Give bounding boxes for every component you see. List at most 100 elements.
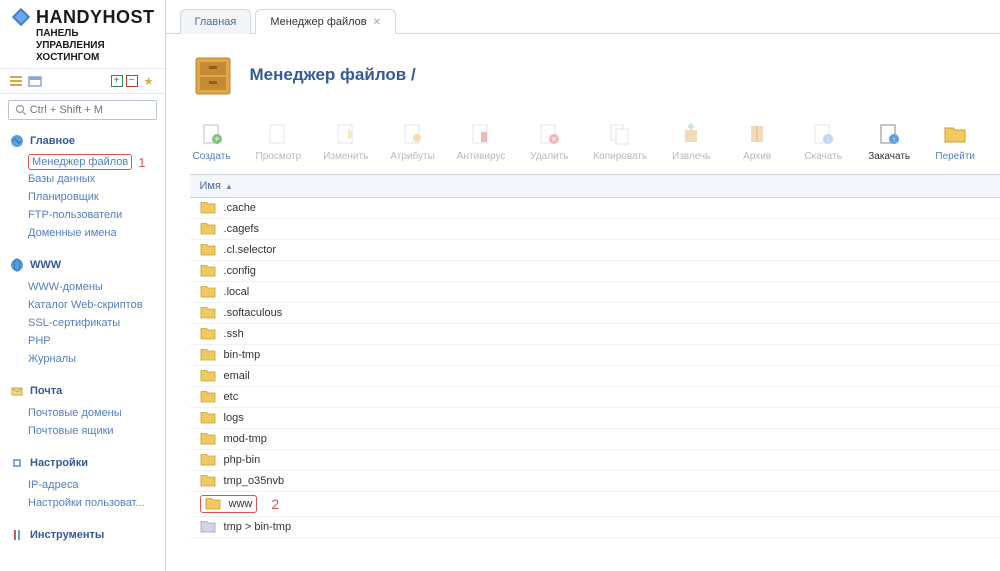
table-row[interactable]: php-bin <box>190 450 1000 471</box>
file-name: www <box>229 498 253 510</box>
search-box[interactable] <box>8 100 157 120</box>
file-name: .cagefs <box>224 223 259 235</box>
plus-green-icon[interactable]: + <box>111 75 123 87</box>
table-row[interactable]: .local <box>190 282 1000 303</box>
nav-group-icon <box>10 528 24 542</box>
file-name: bin-tmp <box>224 349 261 361</box>
table-row[interactable]: mod-tmp <box>190 429 1000 450</box>
page-title: Менеджер файлов / <box>250 65 416 85</box>
action-icon: ↓ <box>809 120 837 148</box>
action-button[interactable]: Перейти <box>933 120 977 162</box>
folder-icon <box>200 348 216 362</box>
folder-icon <box>200 390 216 404</box>
nav-item[interactable]: Менеджер файлов <box>28 154 132 170</box>
folder-icon <box>200 201 216 215</box>
tab[interactable]: Главная <box>180 9 252 34</box>
logo-area: HANDYHOST ПАНЕЛЬ УПРАВЛЕНИЯ ХОСТИНГОМ <box>0 0 165 68</box>
action-button: Просмотр <box>256 120 302 162</box>
column-name[interactable]: Имя ▲ <box>190 175 1000 197</box>
mini-toolbar: + − ★ <box>0 68 165 94</box>
file-table: Имя ▲ Размер .cache .cagefs .cl.selector.c… <box>190 174 1000 538</box>
main: ГлавнаяМенеджер файлов✕ Менеджер файлов … <box>166 0 1000 571</box>
action-button: Антивирус <box>457 120 506 162</box>
tabs: ГлавнаяМенеджер файлов✕ <box>166 0 1000 34</box>
nav-group-header[interactable]: Инструменты <box>0 524 165 546</box>
table-row[interactable]: .cagefs <box>190 219 1000 240</box>
list-icon[interactable] <box>8 73 24 89</box>
search-input[interactable] <box>30 104 150 116</box>
action-icon <box>467 120 495 148</box>
nav-item[interactable]: SSL-сертификаты <box>28 314 120 332</box>
nav-group-title: Настройки <box>30 457 88 469</box>
action-button: Копировать <box>593 120 647 162</box>
nav-group-header[interactable]: Настройки <box>0 452 165 474</box>
table-row[interactable]: .ssh <box>190 324 1000 345</box>
folder-icon <box>200 306 216 320</box>
table-row[interactable]: .softaculous <box>190 303 1000 324</box>
action-icon <box>941 120 969 148</box>
table-row[interactable]: logs <box>190 408 1000 429</box>
nav-group-icon <box>10 134 24 148</box>
nav-group-title: Почта <box>30 385 62 397</box>
action-bar: +Создать Просмотр Изменить Атрибуты Антивиру… <box>166 112 1000 168</box>
svg-text:×: × <box>552 134 557 144</box>
action-label: Изменить <box>323 151 368 162</box>
nav-group-header[interactable]: Главное <box>0 130 165 152</box>
action-icon: × <box>535 120 563 148</box>
table-row[interactable]: email <box>190 366 1000 387</box>
nav-item[interactable]: IP-адреса <box>28 476 78 494</box>
action-icon: ↑ <box>875 120 903 148</box>
tab[interactable]: Менеджер файлов✕ <box>255 9 396 34</box>
action-button: Извлечь <box>669 120 713 162</box>
file-name: tmp > bin-tmp <box>224 521 292 533</box>
table-row[interactable]: bin-tmp <box>190 345 1000 366</box>
new-window-icon[interactable] <box>27 73 43 89</box>
folder-icon <box>205 497 221 511</box>
nav-group-header[interactable]: Почта <box>0 380 165 402</box>
minus-red-icon[interactable]: − <box>126 75 138 87</box>
action-icon <box>399 120 427 148</box>
nav-item[interactable]: Базы данных <box>28 170 95 188</box>
folder-icon <box>200 432 216 446</box>
sort-asc-icon: ▲ <box>225 182 233 191</box>
logo-subtitle: ПАНЕЛЬ УПРАВЛЕНИЯ ХОСТИНГОМ <box>36 28 155 64</box>
action-label: Антивирус <box>457 151 506 162</box>
nav-item[interactable]: Почтовые ящики <box>28 422 114 440</box>
table-row[interactable]: tmp_o35nvb <box>190 471 1000 492</box>
table-row[interactable]: .cl.selector <box>190 240 1000 261</box>
close-icon[interactable]: ✕ <box>373 17 381 28</box>
action-label: Перейти <box>935 151 975 162</box>
table-row[interactable]: .cache <box>190 198 1000 219</box>
action-label: Атрибуты <box>390 151 434 162</box>
action-label: Просмотр <box>256 151 302 162</box>
star-icon[interactable]: ★ <box>141 73 157 89</box>
nav-item[interactable]: WWW-домены <box>28 278 103 296</box>
action-icon <box>332 120 360 148</box>
action-label: Удалить <box>530 151 568 162</box>
nav-item[interactable]: Журналы <box>28 350 76 368</box>
action-button[interactable]: +Создать <box>190 120 234 162</box>
folder-icon <box>200 411 216 425</box>
nav-group-header[interactable]: WWW <box>0 254 165 276</box>
nav-item[interactable]: Почтовые домены <box>28 404 122 422</box>
svg-text:↓: ↓ <box>826 135 830 144</box>
action-label: Извлечь <box>672 151 710 162</box>
sidebar: HANDYHOST ПАНЕЛЬ УПРАВЛЕНИЯ ХОСТИНГОМ + … <box>0 0 166 571</box>
action-button[interactable]: ↑Закачать <box>867 120 911 162</box>
nav-item[interactable]: Настройки пользоват... <box>28 494 145 512</box>
table-row[interactable]: etc <box>190 387 1000 408</box>
table-row[interactable]: www2 <box>190 492 1000 517</box>
file-cabinet-icon <box>190 52 236 98</box>
table-row[interactable]: tmp > bin-tmp <box>190 517 1000 538</box>
table-row[interactable]: .config <box>190 261 1000 282</box>
table-header: Имя ▲ Размер <box>190 175 1000 198</box>
nav-item[interactable]: FTP-пользователи <box>28 206 122 224</box>
nav-item[interactable]: Планировщик <box>28 188 99 206</box>
action-button: ↓Скачать <box>801 120 845 162</box>
nav-item[interactable]: Доменные имена <box>28 224 117 242</box>
folder-icon <box>200 243 216 257</box>
nav-item[interactable]: Каталог Web-скриптов <box>28 296 143 314</box>
nav-item[interactable]: PHP <box>28 332 51 350</box>
folder-icon <box>200 369 216 383</box>
file-name: .softaculous <box>224 307 283 319</box>
